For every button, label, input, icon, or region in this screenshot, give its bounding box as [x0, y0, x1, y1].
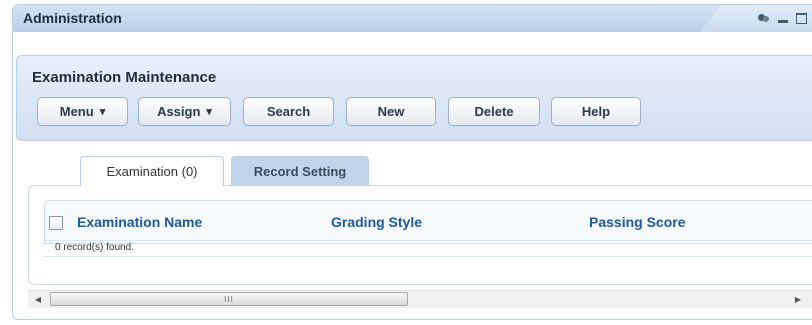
tab-examination-label: Examination (0) — [106, 164, 198, 179]
menu-button-label: Menu — [59, 104, 94, 119]
scrollbar-thumb[interactable]: III — [50, 292, 408, 306]
dropdown-icon: ▾ — [99, 106, 106, 118]
help-button[interactable]: Help — [551, 97, 641, 126]
assign-button[interactable]: Assign ▾ — [138, 97, 231, 126]
tab-record-setting-label: Record Setting — [253, 163, 347, 179]
horizontal-scrollbar[interactable]: ◀ III ▶ — [28, 290, 812, 308]
search-button[interactable]: Search — [243, 97, 334, 126]
delete-button[interactable]: Delete — [448, 97, 540, 126]
maximize-icon[interactable] — [796, 12, 807, 24]
select-all-checkbox[interactable] — [49, 216, 63, 230]
minimize-icon[interactable] — [778, 20, 788, 23]
settings-icon[interactable] — [758, 12, 770, 24]
column-header-grading-style[interactable]: Grading Style — [331, 214, 422, 230]
menu-button[interactable]: Menu ▾ — [37, 97, 128, 126]
column-header-examination-name[interactable]: Examination Name — [77, 214, 202, 230]
column-header-passing-score[interactable]: Passing Score — [589, 214, 686, 230]
dropdown-icon: ▾ — [206, 106, 212, 118]
scroll-right-icon[interactable]: ▶ — [790, 291, 806, 308]
grid-divider — [44, 256, 812, 257]
new-button-label: New — [377, 104, 405, 119]
window-controls — [758, 12, 807, 24]
delete-button-label: Delete — [474, 104, 514, 119]
grid-divider — [44, 240, 812, 241]
help-button-label: Help — [581, 104, 611, 119]
record-count-text: 0 record(s) found. — [55, 242, 134, 253]
assign-button-label: Assign — [157, 104, 201, 119]
tab-examination[interactable]: Examination (0) — [80, 156, 224, 186]
tab-record-setting[interactable]: Record Setting — [231, 156, 369, 185]
new-button[interactable]: New — [346, 97, 436, 126]
panel-title: Examination Maintenance — [32, 69, 217, 86]
portlet-titlebar: Administration — [13, 5, 812, 32]
scrollbar-grip: III — [224, 294, 234, 304]
search-button-label: Search — [266, 104, 311, 119]
portlet-title: Administration — [23, 10, 122, 26]
scroll-left-icon[interactable]: ◀ — [30, 291, 46, 308]
